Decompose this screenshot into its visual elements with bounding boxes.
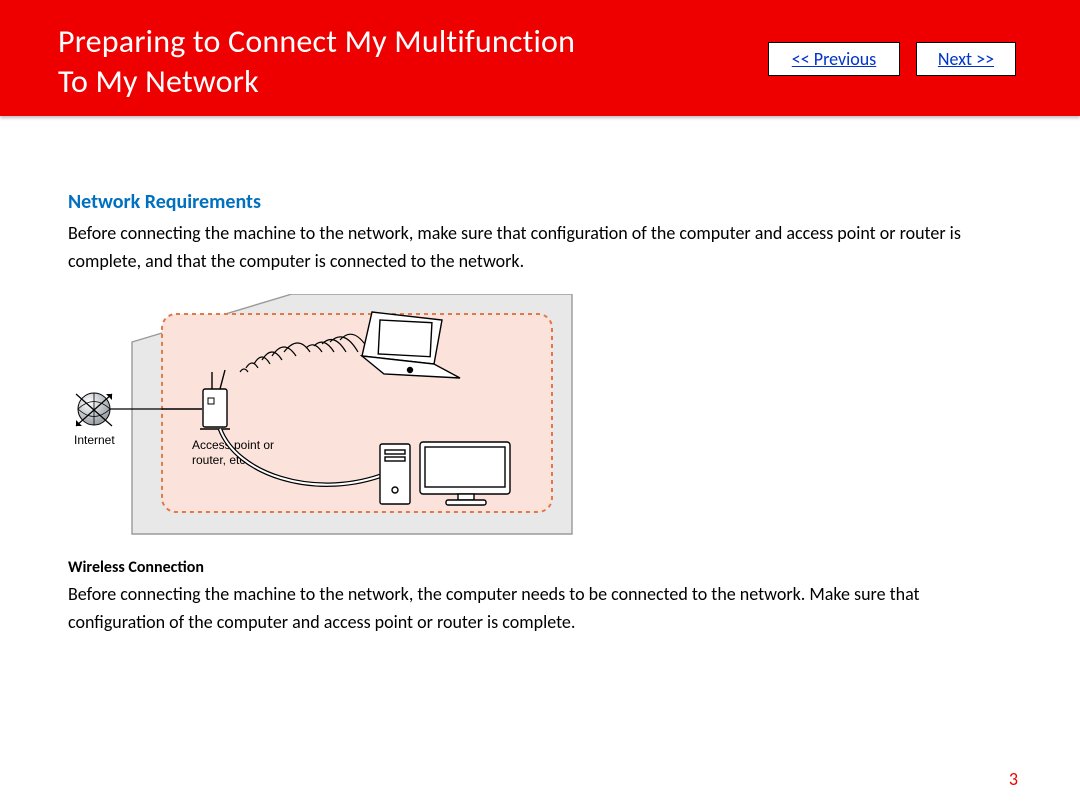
intro-paragraph: Before connecting the machine to the net… xyxy=(68,220,1020,276)
section-heading: Network Requirements xyxy=(68,190,1020,214)
page-title-line1: Preparing to Connect My Multifunction xyxy=(58,22,575,61)
internet-icon xyxy=(76,393,112,426)
previous-button[interactable]: << Previous xyxy=(768,42,900,76)
previous-button-label: << Previous xyxy=(792,48,876,70)
header: Preparing to Connect My Multifunction To… xyxy=(0,0,1080,116)
internet-label: Internet xyxy=(74,433,115,447)
desktop-tower-icon xyxy=(380,444,410,504)
next-button-label: Next >> xyxy=(938,48,994,70)
network-diagram: Internet Access point or router, etc. xyxy=(62,294,582,544)
page-title: Preparing to Connect My Multifunction To… xyxy=(58,22,575,102)
wireless-subheading: Wireless Connection xyxy=(68,558,1020,577)
next-button[interactable]: Next >> xyxy=(916,42,1016,76)
wireless-paragraph: Before connecting the machine to the net… xyxy=(68,581,1020,637)
content-area: Network Requirements Before connecting t… xyxy=(68,190,1020,655)
page-number: 3 xyxy=(1009,768,1018,790)
page-title-line2: To My Network xyxy=(58,62,259,101)
